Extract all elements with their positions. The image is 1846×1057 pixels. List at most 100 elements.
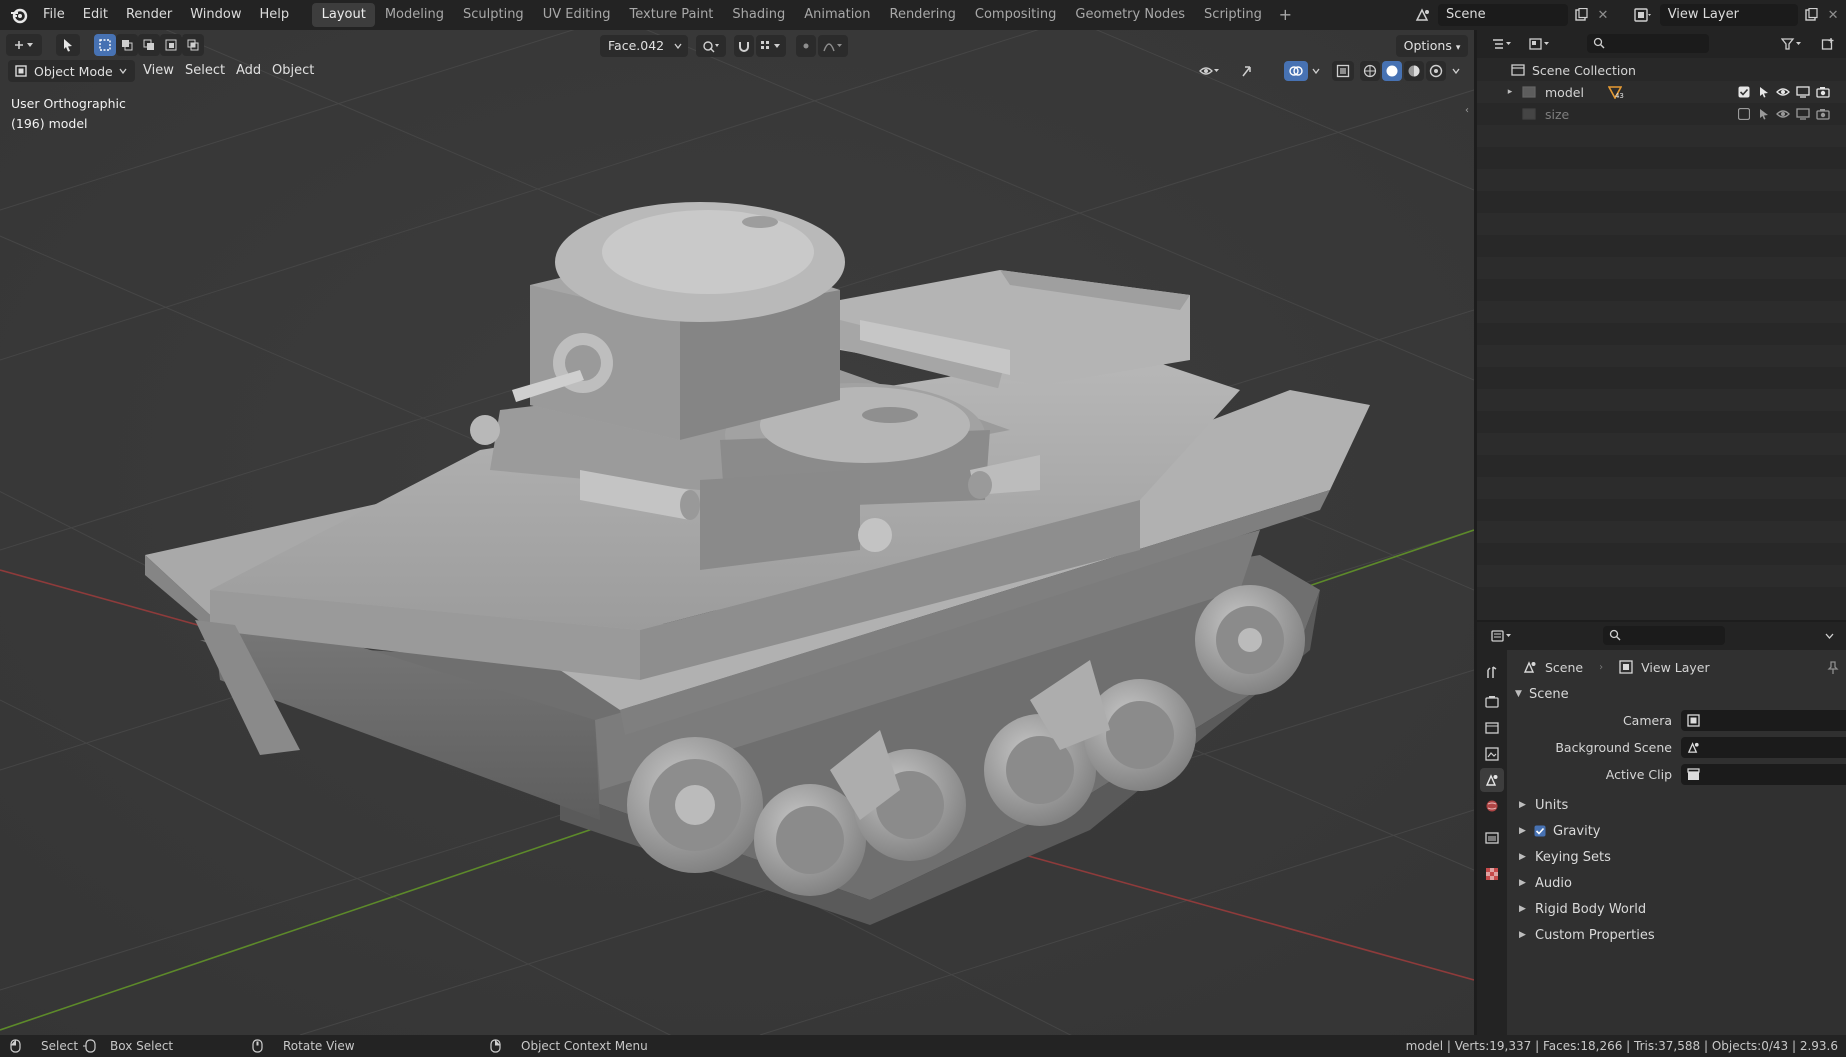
view-layer-tab-icon[interactable] — [1480, 742, 1504, 766]
overlays-toggle-icon[interactable] — [1284, 61, 1308, 81]
tool-tab-icon[interactable] — [1480, 660, 1504, 684]
select-new-mode-icon[interactable] — [94, 34, 116, 56]
visibility-filter-icon[interactable] — [1196, 61, 1224, 81]
texture-tab-icon[interactable] — [1480, 862, 1504, 886]
solid-shading-icon[interactable] — [1382, 61, 1402, 81]
3d-viewport[interactable]: Face.042 Options ▾ Object Mode View Sele… — [0, 30, 1474, 1035]
scene-section-header[interactable]: ▼ Scene — [1515, 683, 1569, 705]
editor-type-button[interactable] — [6, 34, 42, 56]
view-layer-icon[interactable] — [1628, 4, 1658, 26]
select-extend-mode-icon[interactable] — [116, 34, 138, 56]
scene-icon[interactable] — [1410, 4, 1436, 26]
expand-arrow-icon[interactable]: ▸ — [1505, 87, 1515, 97]
eye-icon[interactable] — [1775, 109, 1791, 119]
output-tab-icon[interactable] — [1480, 716, 1504, 740]
custom-properties-panel[interactable]: ▶ Custom Properties — [1519, 924, 1655, 946]
chevron-down-icon[interactable] — [1823, 630, 1835, 642]
active-clip-field[interactable] — [1681, 764, 1846, 785]
viewport-toggle-icon[interactable] — [1795, 108, 1811, 120]
options-button[interactable]: Options ▾ — [1396, 35, 1468, 57]
tab-sculpting[interactable]: Sculpting — [453, 3, 533, 27]
tab-shading[interactable]: Shading — [723, 3, 795, 27]
eye-icon[interactable] — [1775, 87, 1791, 97]
gizmo-toggle-icon[interactable] — [1236, 61, 1262, 81]
new-view-layer-icon[interactable] — [1800, 4, 1822, 26]
wireframe-shading-icon[interactable] — [1360, 61, 1380, 81]
rendered-shading-icon[interactable] — [1426, 61, 1446, 81]
render-tab-icon[interactable] — [1480, 690, 1504, 714]
keying-sets-panel[interactable]: ▶ Keying Sets — [1519, 846, 1611, 868]
tab-uv-editing[interactable]: UV Editing — [533, 3, 620, 27]
camera-field[interactable] — [1681, 710, 1846, 731]
tab-rendering[interactable]: Rendering — [880, 3, 965, 27]
background-scene-field[interactable] — [1681, 737, 1846, 758]
outliner-row-size[interactable]: size — [1477, 103, 1846, 125]
new-collection-icon[interactable] — [1817, 34, 1839, 54]
view-layer-name-field[interactable]: View Layer — [1659, 4, 1799, 26]
viewport-menu-select[interactable]: Select — [185, 60, 225, 82]
pin-icon[interactable] — [1825, 660, 1841, 676]
scene-tab-icon[interactable] — [1480, 768, 1504, 792]
display-mode-icon[interactable] — [1525, 34, 1555, 54]
world-tab-icon[interactable] — [1480, 794, 1504, 818]
tab-geometry-nodes[interactable]: Geometry Nodes — [1066, 3, 1195, 27]
viewport-toggle-icon[interactable] — [1795, 86, 1811, 98]
select-intersect-mode-icon[interactable] — [182, 34, 204, 56]
proportional-falloff-icon[interactable] — [818, 35, 848, 57]
render-camera-icon[interactable] — [1815, 86, 1831, 98]
select-subtract-mode-icon[interactable] — [138, 34, 160, 56]
tab-texture-paint[interactable]: Texture Paint — [620, 3, 723, 27]
scene-name-field[interactable]: Scene — [1438, 4, 1568, 26]
overlays-dropdown-icon[interactable] — [1310, 65, 1322, 77]
audio-panel[interactable]: ▶ Audio — [1519, 872, 1572, 894]
mouse-drag-icon — [82, 1039, 96, 1053]
gravity-checkbox[interactable] — [1533, 825, 1547, 837]
new-scene-icon[interactable] — [1570, 4, 1592, 26]
snap-increment-icon[interactable] — [756, 35, 786, 57]
material-preview-shading-icon[interactable] — [1404, 61, 1424, 81]
delete-scene-icon[interactable]: ✕ — [1594, 4, 1612, 26]
snap-toggle-icon[interactable] — [734, 35, 754, 57]
menu-file[interactable]: File — [34, 0, 74, 30]
filter-icon[interactable] — [1777, 34, 1807, 54]
menu-help[interactable]: Help — [251, 0, 299, 30]
tab-modeling[interactable]: Modeling — [375, 3, 453, 27]
exclude-checkbox-icon[interactable] — [1737, 108, 1751, 120]
outliner-search-input[interactable] — [1587, 34, 1709, 53]
xray-toggle-icon[interactable] — [1332, 61, 1354, 81]
proportional-edit-icon[interactable] — [796, 35, 816, 57]
blender-logo-icon[interactable] — [4, 0, 34, 30]
menu-render[interactable]: Render — [117, 0, 181, 30]
select-invert-mode-icon[interactable] — [160, 34, 182, 56]
outliner-row-scene-collection[interactable]: Scene Collection — [1477, 59, 1846, 81]
units-panel[interactable]: ▶ Units — [1519, 794, 1568, 816]
viewport-menu-add[interactable]: Add — [236, 60, 261, 82]
tab-compositing[interactable]: Compositing — [965, 3, 1066, 27]
outliner-row-model[interactable]: ▸ model 43 — [1477, 81, 1846, 103]
delete-view-layer-icon[interactable]: ✕ — [1824, 4, 1842, 26]
select-tool-icon[interactable] — [56, 34, 80, 56]
select-toggle-icon[interactable] — [1757, 86, 1771, 98]
select-toggle-icon[interactable] — [1757, 108, 1771, 120]
render-camera-icon[interactable] — [1815, 108, 1831, 120]
properties-editor-type-icon[interactable] — [1487, 626, 1517, 646]
sidebar-toggle-icon[interactable]: ‹ — [1462, 102, 1472, 118]
outliner-editor-type-icon[interactable] — [1487, 34, 1517, 54]
gravity-panel[interactable]: ▶ Gravity — [1519, 820, 1600, 842]
rigid-body-world-panel[interactable]: ▶ Rigid Body World — [1519, 898, 1646, 920]
properties-search-input[interactable] — [1603, 626, 1725, 645]
status-select-label: Select — [41, 1039, 79, 1053]
object-mode-selector[interactable]: Object Mode — [8, 60, 135, 82]
transform-pivot-icon[interactable] — [696, 35, 726, 57]
tab-layout[interactable]: Layout — [312, 3, 376, 27]
tab-scripting[interactable]: Scripting — [1195, 3, 1272, 27]
menu-edit[interactable]: Edit — [74, 0, 117, 30]
collection-tab-icon[interactable] — [1480, 826, 1504, 850]
viewport-menu-view[interactable]: View — [143, 60, 174, 82]
viewport-menu-object[interactable]: Object — [272, 60, 314, 82]
exclude-checkbox-icon[interactable] — [1737, 86, 1751, 98]
tab-animation[interactable]: Animation — [795, 3, 880, 27]
add-workspace-button[interactable]: + — [1274, 4, 1296, 26]
menu-window[interactable]: Window — [181, 0, 250, 30]
shading-dropdown-icon[interactable] — [1450, 65, 1462, 77]
